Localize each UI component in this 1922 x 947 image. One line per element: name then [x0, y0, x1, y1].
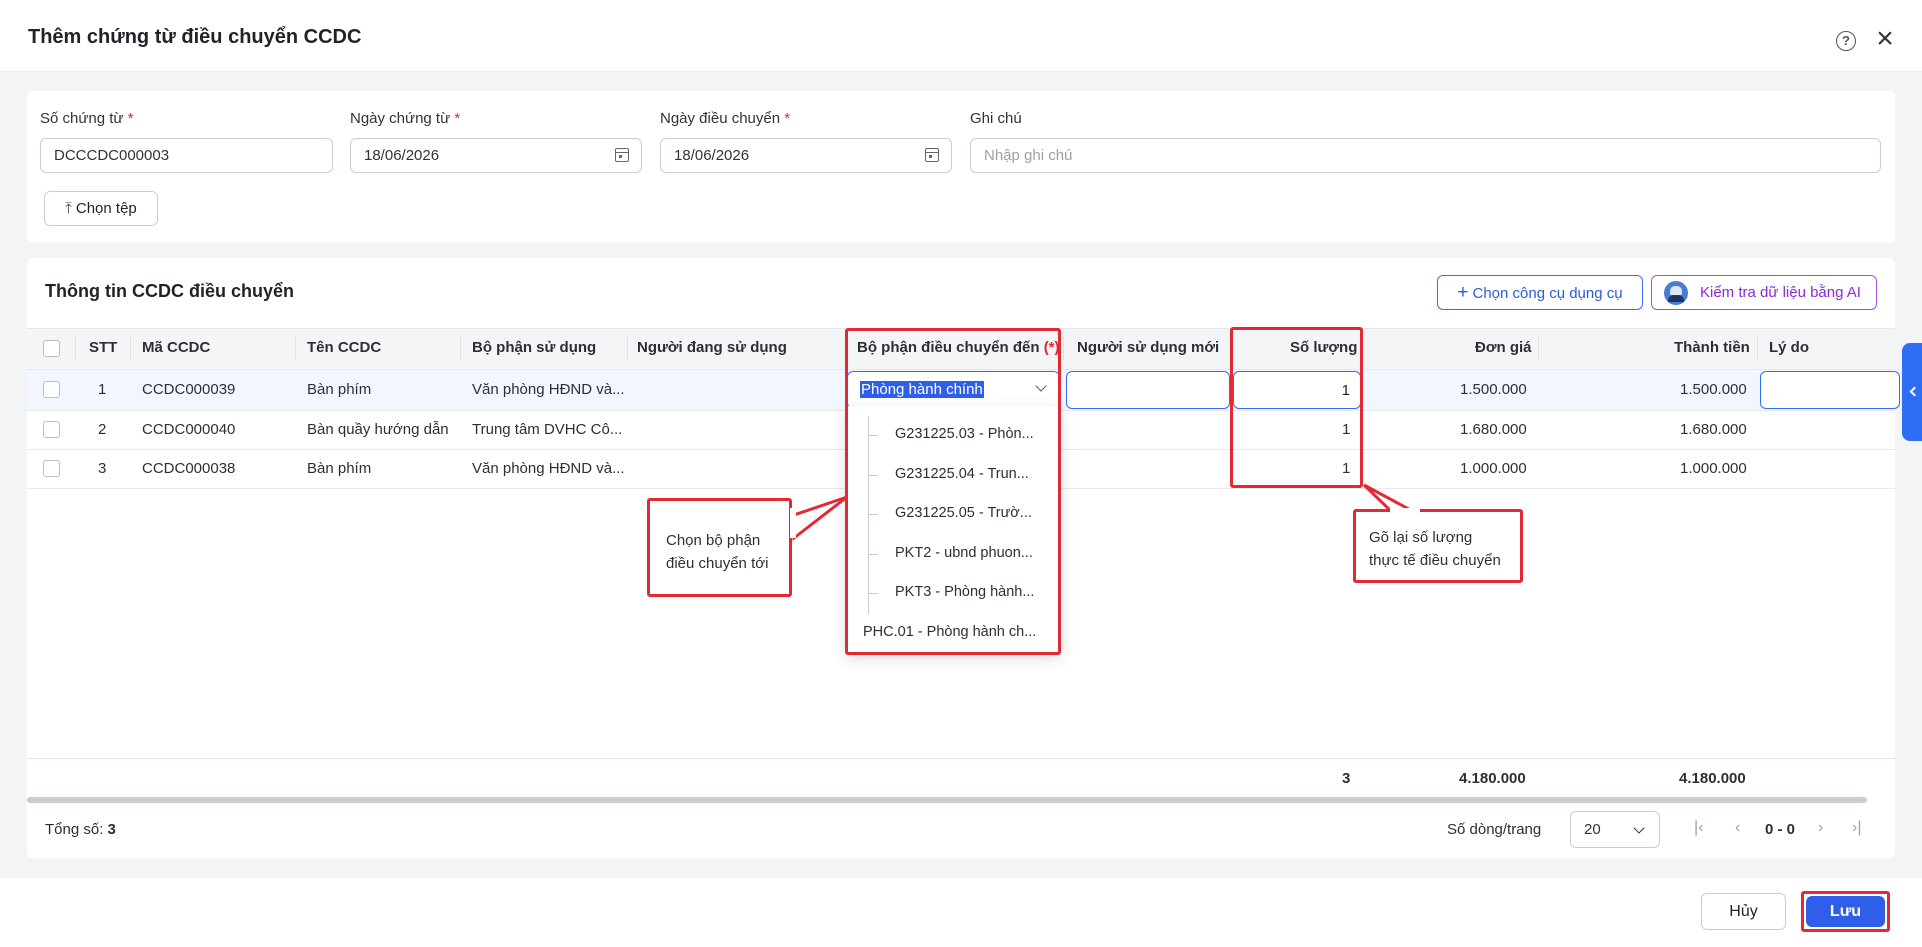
highlight-to-dept [845, 328, 1061, 655]
cell-stt: 1 [98, 381, 107, 398]
next-page-icon[interactable]: › [1818, 819, 1823, 837]
doc-no-input[interactable]: DCCCDC000003 [40, 138, 333, 173]
cell-dept: Văn phòng HĐND và... [472, 381, 625, 398]
column-divider [1757, 336, 1758, 360]
column-divider [75, 336, 76, 360]
cell-dept: Trung tâm DVHC Cô... [472, 421, 623, 438]
header-code: Mã CCDC [142, 339, 211, 356]
transfer-date-label: Ngày điều chuyển * [660, 110, 791, 127]
doc-date-input[interactable]: 18/06/2026 [350, 138, 642, 173]
cell-dept: Văn phòng HĐND và... [472, 460, 625, 477]
chevron-left-icon [1909, 386, 1920, 397]
total-qty: 3 [1342, 770, 1351, 787]
column-divider [1063, 336, 1064, 360]
close-icon[interactable]: × [1870, 24, 1900, 54]
column-divider [295, 336, 296, 360]
cell-amount: 1.500.000 [1680, 381, 1747, 398]
side-panel-toggle[interactable] [1902, 343, 1922, 441]
save-button[interactable]: Lưu [1806, 896, 1885, 927]
calendar-icon[interactable] [615, 148, 629, 162]
doc-no-label: Số chứng từ * [40, 110, 134, 127]
cell-code: CCDC000038 [142, 460, 236, 477]
cell-name: Bàn phím [307, 460, 372, 477]
column-divider [460, 336, 461, 360]
column-divider [1538, 336, 1539, 360]
cell-stt: 2 [98, 421, 107, 438]
row-checkbox[interactable] [43, 421, 60, 438]
cell-amount: 1.000.000 [1680, 460, 1747, 477]
cell-name: Bàn phím [307, 381, 372, 398]
dialog-title: Thêm chứng từ điều chuyển CCDC [28, 26, 362, 48]
help-icon[interactable]: ? [1836, 31, 1856, 51]
total-price: 4.180.000 [1459, 770, 1526, 787]
cell-price: 1.680.000 [1460, 421, 1527, 438]
totals-row [27, 758, 1895, 796]
plus-icon: + [1457, 282, 1469, 303]
total-count: Tổng số: 3 [45, 821, 116, 838]
row-checkbox[interactable] [43, 460, 60, 477]
header-price: Đơn giá [1475, 339, 1532, 356]
callout-joint [1390, 508, 1420, 514]
cell-stt: 3 [98, 460, 107, 477]
horizontal-scrollbar[interactable] [27, 797, 1867, 803]
new-user-input[interactable] [1066, 371, 1230, 409]
section-title: Thông tin CCDC điều chuyển [45, 281, 294, 301]
last-page-icon[interactable]: ›| [1852, 819, 1861, 837]
cell-price: 1.000.000 [1460, 460, 1527, 477]
cell-code: CCDC000039 [142, 381, 236, 398]
rows-per-page-select[interactable]: 20 [1570, 811, 1660, 848]
callout-qty: Gõ lại số lượng thực tế điều chuyển [1353, 509, 1523, 583]
reason-input[interactable] [1760, 371, 1900, 409]
header-name: Tên CCDC [307, 339, 382, 356]
chevron-down-icon [1633, 822, 1645, 834]
highlight-qty [1230, 327, 1363, 488]
note-input[interactable]: Nhập ghi chú [970, 138, 1881, 173]
dialog-footer [0, 877, 1922, 947]
header-new-user: Người sử dụng mới [1077, 339, 1220, 356]
header-reason: Lý do [1769, 339, 1809, 356]
column-divider [627, 336, 628, 360]
header-amount: Thành tiền [1674, 339, 1750, 356]
header-user: Người đang sử dụng [637, 339, 787, 356]
calendar-icon[interactable] [925, 148, 939, 162]
cell-name: Bàn quầy hướng dẫn [307, 421, 449, 438]
header-stt: STT [89, 339, 118, 356]
upload-icon: ⤒ [65, 200, 72, 217]
callout-joint [790, 508, 796, 538]
cancel-button[interactable]: Hủy [1701, 893, 1786, 930]
header-dept: Bộ phận sử dụng [472, 339, 597, 356]
ai-avatar-icon [1664, 281, 1688, 305]
page-range: 0 - 0 [1765, 821, 1796, 838]
total-amount: 4.180.000 [1679, 770, 1746, 787]
callout-to-dept: Chọn bộ phận điều chuyển tới [647, 498, 792, 597]
note-label: Ghi chú [970, 110, 1022, 127]
save-button-highlight: Lưu [1801, 891, 1890, 932]
ai-check-button[interactable]: Kiểm tra dữ liệu bằng AI [1651, 275, 1877, 310]
row-checkbox[interactable] [43, 381, 60, 398]
doc-date-label: Ngày chứng từ * [350, 110, 461, 127]
prev-page-icon[interactable]: ‹ [1735, 819, 1740, 837]
select-all-checkbox[interactable] [43, 340, 60, 357]
transfer-date-input[interactable]: 18/06/2026 [660, 138, 952, 173]
choose-tool-button[interactable]: + Chọn công cụ dụng cụ [1437, 275, 1643, 310]
rows-per-page-label: Số dòng/trang [1447, 821, 1542, 838]
first-page-icon[interactable]: |‹ [1694, 819, 1703, 837]
cell-price: 1.500.000 [1460, 381, 1527, 398]
cell-amount: 1.680.000 [1680, 421, 1747, 438]
column-divider [130, 336, 131, 360]
cell-code: CCDC000040 [142, 421, 236, 438]
upload-file-button[interactable]: ⤒ Chọn tệp [44, 191, 158, 226]
